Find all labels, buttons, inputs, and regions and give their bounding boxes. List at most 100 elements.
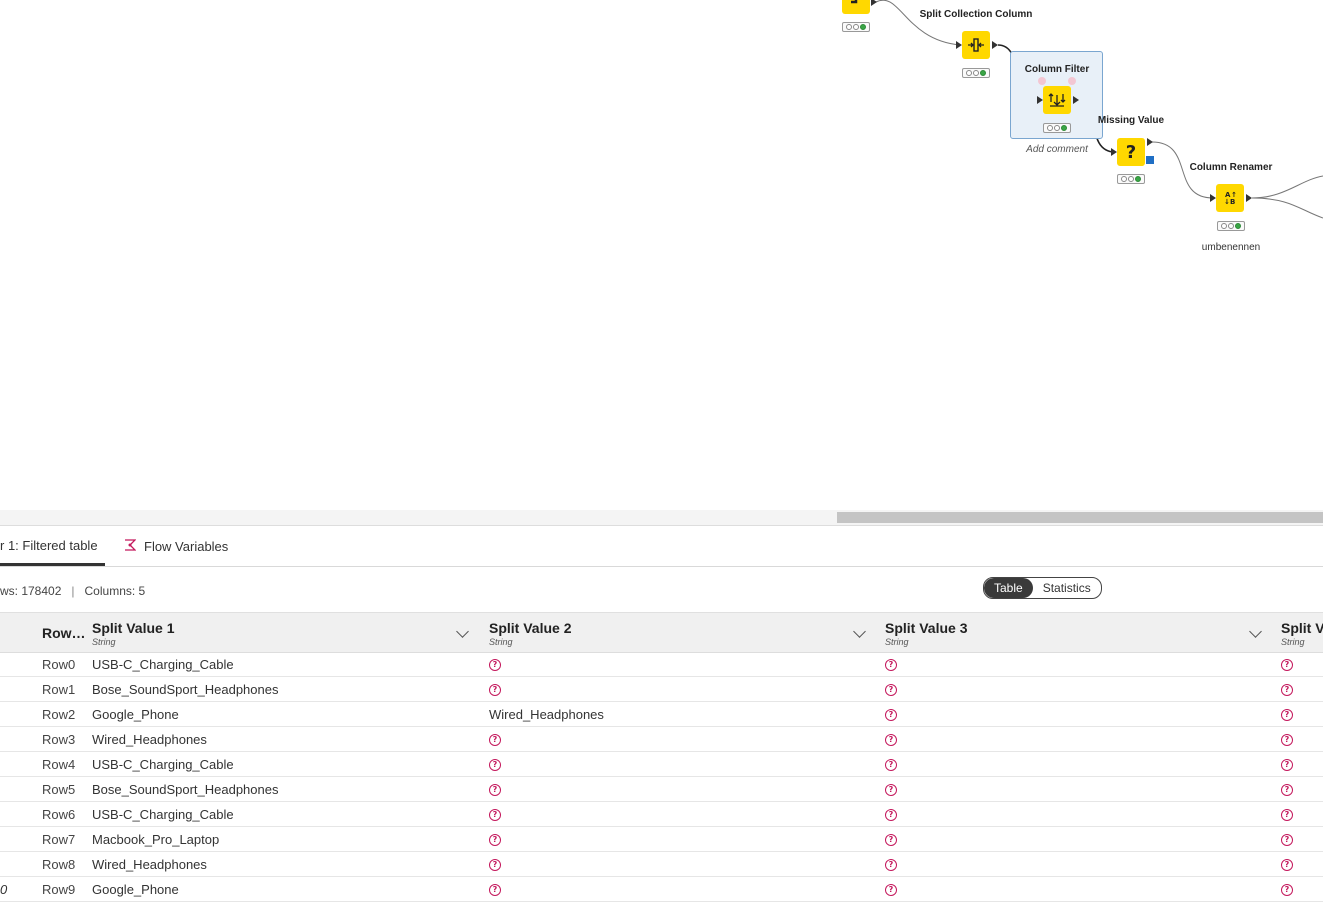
table-row[interactable]: Row5 Bose_SoundSport_Headphones??? xyxy=(0,777,1323,802)
missing-value-icon: ? xyxy=(1281,859,1293,871)
missing-value-icon: ? xyxy=(885,759,897,771)
missing-value-icon: ? xyxy=(1281,684,1293,696)
status-traffic-light xyxy=(842,22,870,32)
table-cell: Google_Phone xyxy=(92,707,179,722)
missing-value-icon: ? xyxy=(885,684,897,696)
svg-text:B: B xyxy=(1230,198,1235,206)
row-id: Row7 xyxy=(42,832,76,847)
table-cell: Macbook_Pro_Laptop xyxy=(92,832,220,847)
table-cell: USB-C_Charging_Cable xyxy=(92,757,234,772)
wire-renamer-out-2 xyxy=(1251,197,1323,219)
row-id: Row1 xyxy=(42,682,76,697)
column-header-split-value-4[interactable]: Split V String xyxy=(1281,613,1323,653)
scrollbar-thumb[interactable] xyxy=(837,512,1323,523)
output-tabs: r 1: Filtered table Flow Variables xyxy=(0,527,1323,567)
row-id: Row0 xyxy=(42,657,76,672)
missing-value-icon: ? xyxy=(489,809,501,821)
missing-value-icon: ? xyxy=(1281,759,1293,771)
output-port[interactable] xyxy=(1147,138,1153,146)
column-header-split-value-3[interactable]: Split Value 3 String xyxy=(885,613,1270,653)
chevron-down-icon[interactable] xyxy=(853,625,866,638)
tab-filtered-table[interactable]: r 1: Filtered table xyxy=(0,527,105,566)
missing-value-icon: ? xyxy=(885,859,897,871)
column-header-split-value-2[interactable]: Split Value 2 String xyxy=(489,613,874,653)
model-output-port[interactable] xyxy=(1146,156,1154,164)
missing-value-icon: ? xyxy=(489,834,501,846)
missing-value-icon: ? xyxy=(885,784,897,796)
column-count: Columns: 5 xyxy=(84,584,146,598)
table-row[interactable]: Row0 USB-C_Charging_Cable??? xyxy=(0,652,1323,677)
missing-value-icon: ? xyxy=(489,859,501,871)
row-id: Row8 xyxy=(42,857,76,872)
svg-text:↓: ↓ xyxy=(1224,198,1230,206)
output-port[interactable] xyxy=(871,0,877,6)
table-row[interactable]: Row1 Bose_SoundSport_Headphones??? xyxy=(0,677,1323,702)
split-collection-icon xyxy=(962,31,990,59)
row-id: Row2 xyxy=(42,707,76,722)
table-row[interactable]: Row2 Google_Phone Wired_Headphones?? xyxy=(0,702,1323,727)
table-cell: Bose_SoundSport_Headphones xyxy=(92,682,279,697)
flow-variable-icon xyxy=(124,539,138,554)
column-type: String xyxy=(1281,637,1305,647)
column-header-rowid[interactable]: Row… xyxy=(42,613,90,653)
table-cell: USB-C_Charging_Cable xyxy=(92,657,234,672)
column-type: String xyxy=(885,637,909,647)
add-comment-link[interactable]: Add comment xyxy=(1026,144,1088,155)
table-row[interactable]: Row8 Wired_Headphones??? xyxy=(0,852,1323,877)
row-id: Row5 xyxy=(42,782,76,797)
missing-value-icon: ? xyxy=(885,659,897,671)
column-name: Split Value 2 xyxy=(489,620,572,636)
workflow-canvas[interactable]: Split Collection Column Column Filter Ad… xyxy=(0,0,1323,510)
table-row[interactable]: Row3 Wired_Headphones??? xyxy=(0,727,1323,752)
node-title: Missing Value xyxy=(1097,115,1165,126)
column-type: String xyxy=(92,637,116,647)
missing-value-icon: ? xyxy=(489,759,501,771)
status-traffic-light xyxy=(1043,123,1071,133)
table-row[interactable]: Row7 Macbook_Pro_Laptop??? xyxy=(0,827,1323,852)
chevron-down-icon[interactable] xyxy=(1249,625,1262,638)
status-traffic-light xyxy=(1217,221,1245,231)
table-row[interactable]: Row4 USB-C_Charging_Cable??? xyxy=(0,752,1323,777)
missing-value-icon: ? xyxy=(1281,884,1293,896)
output-port[interactable] xyxy=(992,41,998,49)
connection-wires xyxy=(875,0,1323,219)
view-toggle: Table Statistics xyxy=(983,577,1102,599)
missing-value-icon: ? xyxy=(885,734,897,746)
hover-indicator xyxy=(1068,77,1076,85)
table-header: Row… Split Value 1 String Split Value 2 … xyxy=(0,612,1323,653)
partial-node-icon xyxy=(842,0,870,14)
output-port[interactable] xyxy=(1246,194,1252,202)
tab-flow-variables[interactable]: Flow Variables xyxy=(124,527,228,566)
table-cell: Wired_Headphones xyxy=(489,707,604,722)
missing-value-icon: ? xyxy=(489,659,501,671)
output-port[interactable] xyxy=(1073,96,1079,104)
missing-value-icon: ? xyxy=(885,709,897,721)
table-row[interactable]: 0 Row9 Google_Phone??? xyxy=(0,877,1323,902)
missing-value-icon: ? xyxy=(885,809,897,821)
row-index: 0 xyxy=(0,882,8,897)
node-title: Split Collection Column xyxy=(919,9,1033,20)
wire-renamer-out-1 xyxy=(1251,175,1323,199)
toggle-table[interactable]: Table xyxy=(984,578,1033,598)
column-header-split-value-1[interactable]: Split Value 1 String xyxy=(92,613,477,653)
node-title: Column Filter xyxy=(1024,64,1090,75)
missing-value-icon: ? xyxy=(1281,784,1293,796)
missing-value-icon: ? xyxy=(885,834,897,846)
hover-indicator xyxy=(1038,77,1046,85)
separator: | xyxy=(71,584,75,598)
column-filter-icon xyxy=(1043,86,1071,114)
column-name: Split V xyxy=(1281,620,1323,636)
table-cell: Wired_Headphones xyxy=(92,857,207,872)
missing-value-icon: ? xyxy=(489,784,501,796)
node-comment[interactable]: umbenennen xyxy=(1202,242,1260,253)
table-row[interactable]: Row6 USB-C_Charging_Cable??? xyxy=(0,802,1323,827)
chevron-down-icon[interactable] xyxy=(456,625,469,638)
row-id: Row6 xyxy=(42,807,76,822)
tab-label: Flow Variables xyxy=(144,539,229,554)
missing-value-icon: ? xyxy=(1117,138,1145,166)
row-id: Row3 xyxy=(42,732,76,747)
toggle-statistics[interactable]: Statistics xyxy=(1033,578,1101,598)
tab-label: r 1: Filtered table xyxy=(0,537,98,553)
missing-value-icon: ? xyxy=(489,684,501,696)
table-cell: USB-C_Charging_Cable xyxy=(92,807,234,822)
